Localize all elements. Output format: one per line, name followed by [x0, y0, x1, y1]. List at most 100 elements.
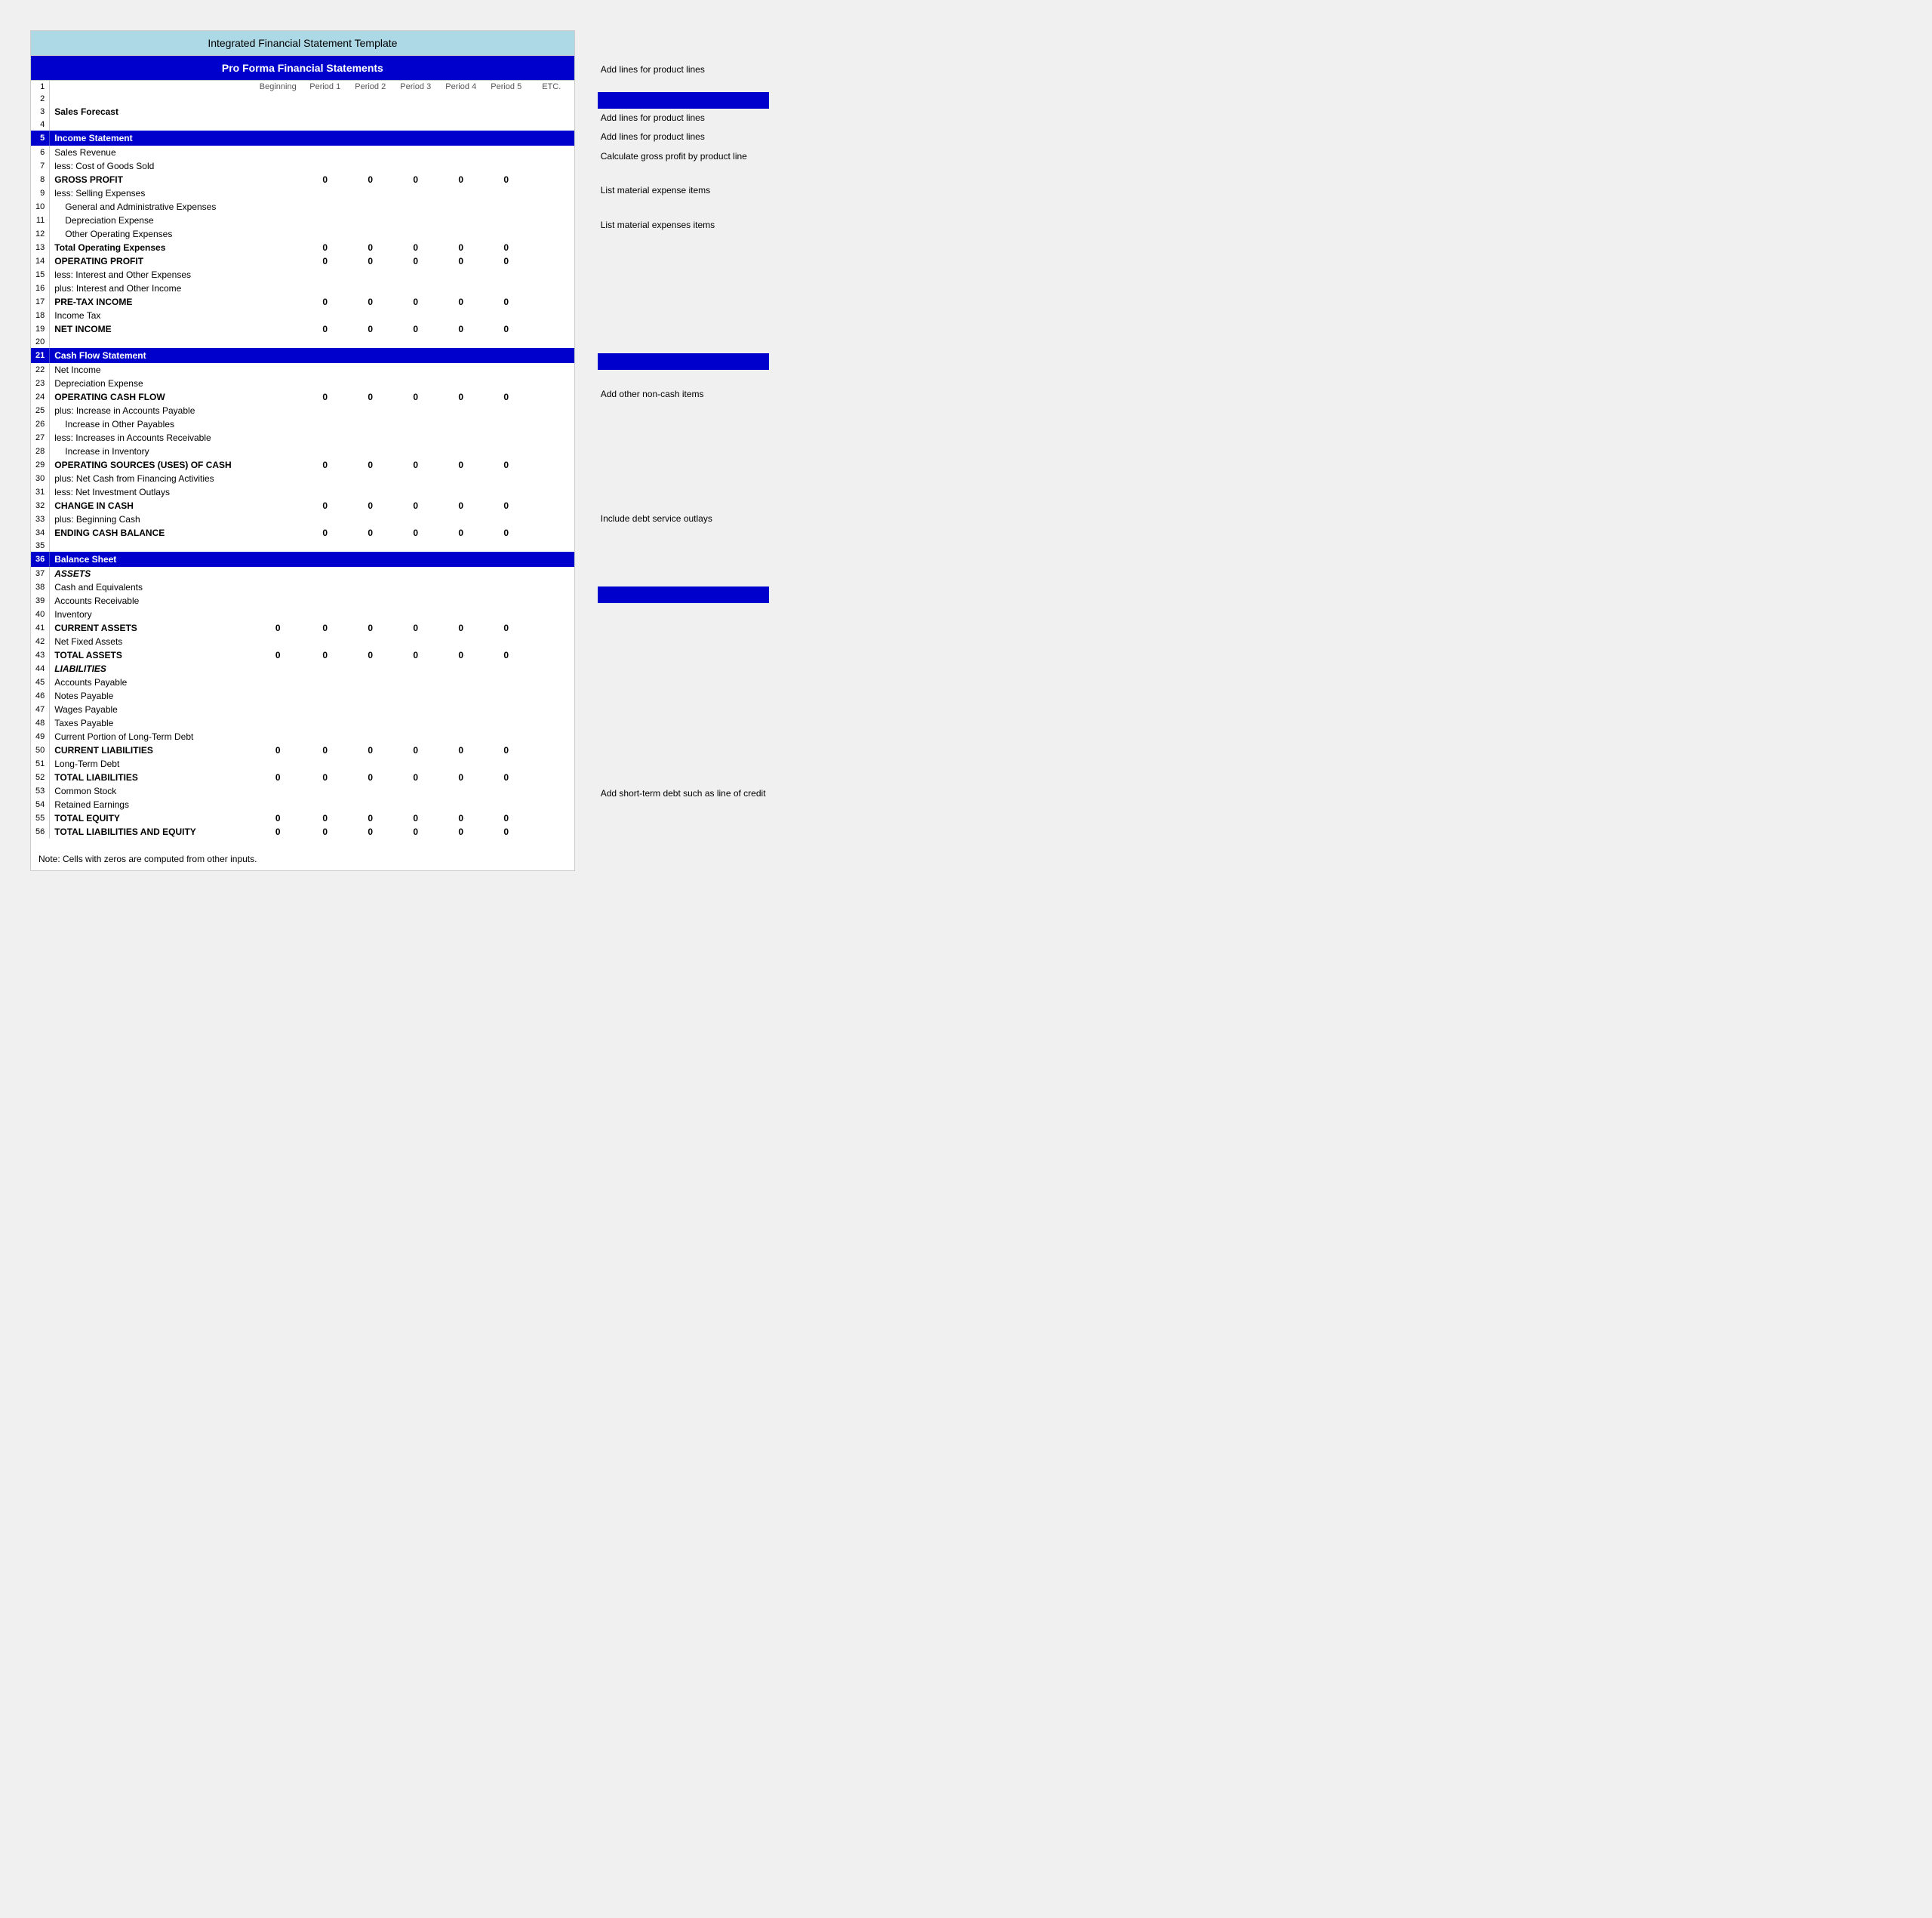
value-cell[interactable]: [303, 227, 348, 241]
value-cell[interactable]: [303, 608, 348, 621]
value-cell[interactable]: [484, 282, 529, 295]
value-cell[interactable]: [303, 431, 348, 445]
value-cell[interactable]: 0: [438, 322, 484, 336]
value-cell[interactable]: [393, 377, 438, 390]
value-cell[interactable]: [484, 268, 529, 282]
value-cell[interactable]: [303, 146, 348, 159]
value-cell[interactable]: [438, 146, 484, 159]
value-cell[interactable]: 0: [254, 743, 303, 757]
value-cell[interactable]: [254, 730, 303, 743]
value-cell[interactable]: [348, 594, 393, 608]
value-cell[interactable]: [438, 635, 484, 648]
value-cell[interactable]: [393, 309, 438, 322]
value-cell[interactable]: [393, 580, 438, 594]
value-cell[interactable]: [254, 472, 303, 485]
value-cell[interactable]: 0: [348, 499, 393, 513]
value-cell[interactable]: [438, 214, 484, 227]
value-cell[interactable]: 0: [484, 322, 529, 336]
value-cell[interactable]: 0: [348, 771, 393, 784]
value-cell[interactable]: 0: [348, 458, 393, 472]
value-cell[interactable]: [438, 594, 484, 608]
value-cell[interactable]: [438, 472, 484, 485]
value-cell[interactable]: [348, 431, 393, 445]
value-cell[interactable]: [393, 431, 438, 445]
value-cell[interactable]: [438, 404, 484, 417]
value-cell[interactable]: [348, 798, 393, 811]
value-cell[interactable]: [254, 227, 303, 241]
value-cell[interactable]: [348, 580, 393, 594]
value-cell[interactable]: [529, 458, 574, 472]
value-cell[interactable]: [484, 214, 529, 227]
value-cell[interactable]: [529, 662, 574, 676]
value-cell[interactable]: [438, 513, 484, 526]
value-cell[interactable]: [348, 282, 393, 295]
value-cell[interactable]: 0: [484, 499, 529, 513]
value-cell[interactable]: [529, 241, 574, 254]
value-cell[interactable]: [529, 431, 574, 445]
value-cell[interactable]: [438, 798, 484, 811]
value-cell[interactable]: [254, 513, 303, 526]
value-cell[interactable]: 0: [254, 771, 303, 784]
value-cell[interactable]: 0: [438, 526, 484, 540]
value-cell[interactable]: 0: [348, 811, 393, 825]
value-cell[interactable]: [348, 200, 393, 214]
value-cell[interactable]: 0: [254, 621, 303, 635]
value-cell[interactable]: [348, 635, 393, 648]
value-cell[interactable]: 0: [484, 811, 529, 825]
value-cell[interactable]: [303, 757, 348, 771]
value-cell[interactable]: [254, 377, 303, 390]
value-cell[interactable]: 0: [484, 526, 529, 540]
value-cell[interactable]: 0: [484, 621, 529, 635]
value-cell[interactable]: [348, 472, 393, 485]
value-cell[interactable]: [303, 662, 348, 676]
value-cell[interactable]: [393, 105, 438, 119]
value-cell[interactable]: [438, 431, 484, 445]
value-cell[interactable]: [348, 662, 393, 676]
value-cell[interactable]: [484, 431, 529, 445]
value-cell[interactable]: [438, 377, 484, 390]
value-cell[interactable]: 0: [484, 390, 529, 404]
value-cell[interactable]: [303, 445, 348, 458]
value-cell[interactable]: [438, 716, 484, 730]
value-cell[interactable]: 0: [438, 173, 484, 186]
value-cell[interactable]: [254, 417, 303, 431]
value-cell[interactable]: [438, 662, 484, 676]
value-cell[interactable]: [348, 567, 393, 580]
value-cell[interactable]: 0: [303, 173, 348, 186]
value-cell[interactable]: [348, 186, 393, 200]
value-cell[interactable]: [529, 567, 574, 580]
value-cell[interactable]: [303, 214, 348, 227]
value-cell[interactable]: 0: [393, 811, 438, 825]
value-cell[interactable]: 0: [484, 648, 529, 662]
value-cell[interactable]: [484, 608, 529, 621]
value-cell[interactable]: [303, 159, 348, 173]
value-cell[interactable]: 0: [393, 825, 438, 839]
value-cell[interactable]: 0: [438, 771, 484, 784]
value-cell[interactable]: [438, 227, 484, 241]
value-cell[interactable]: [393, 186, 438, 200]
value-cell[interactable]: [484, 377, 529, 390]
value-cell[interactable]: [438, 608, 484, 621]
value-cell[interactable]: 0: [393, 241, 438, 254]
value-cell[interactable]: [254, 676, 303, 689]
value-cell[interactable]: [393, 404, 438, 417]
value-cell[interactable]: [438, 268, 484, 282]
value-cell[interactable]: 0: [303, 825, 348, 839]
value-cell[interactable]: [303, 105, 348, 119]
value-cell[interactable]: [393, 689, 438, 703]
value-cell[interactable]: [254, 295, 303, 309]
value-cell[interactable]: [254, 526, 303, 540]
value-cell[interactable]: [438, 567, 484, 580]
value-cell[interactable]: [529, 825, 574, 839]
value-cell[interactable]: [529, 811, 574, 825]
value-cell[interactable]: 0: [348, 390, 393, 404]
value-cell[interactable]: [393, 513, 438, 526]
value-cell[interactable]: [254, 689, 303, 703]
value-cell[interactable]: [529, 716, 574, 730]
value-cell[interactable]: 0: [393, 743, 438, 757]
value-cell[interactable]: [348, 146, 393, 159]
value-cell[interactable]: [484, 227, 529, 241]
value-cell[interactable]: [393, 472, 438, 485]
value-cell[interactable]: [529, 214, 574, 227]
value-cell[interactable]: [254, 431, 303, 445]
